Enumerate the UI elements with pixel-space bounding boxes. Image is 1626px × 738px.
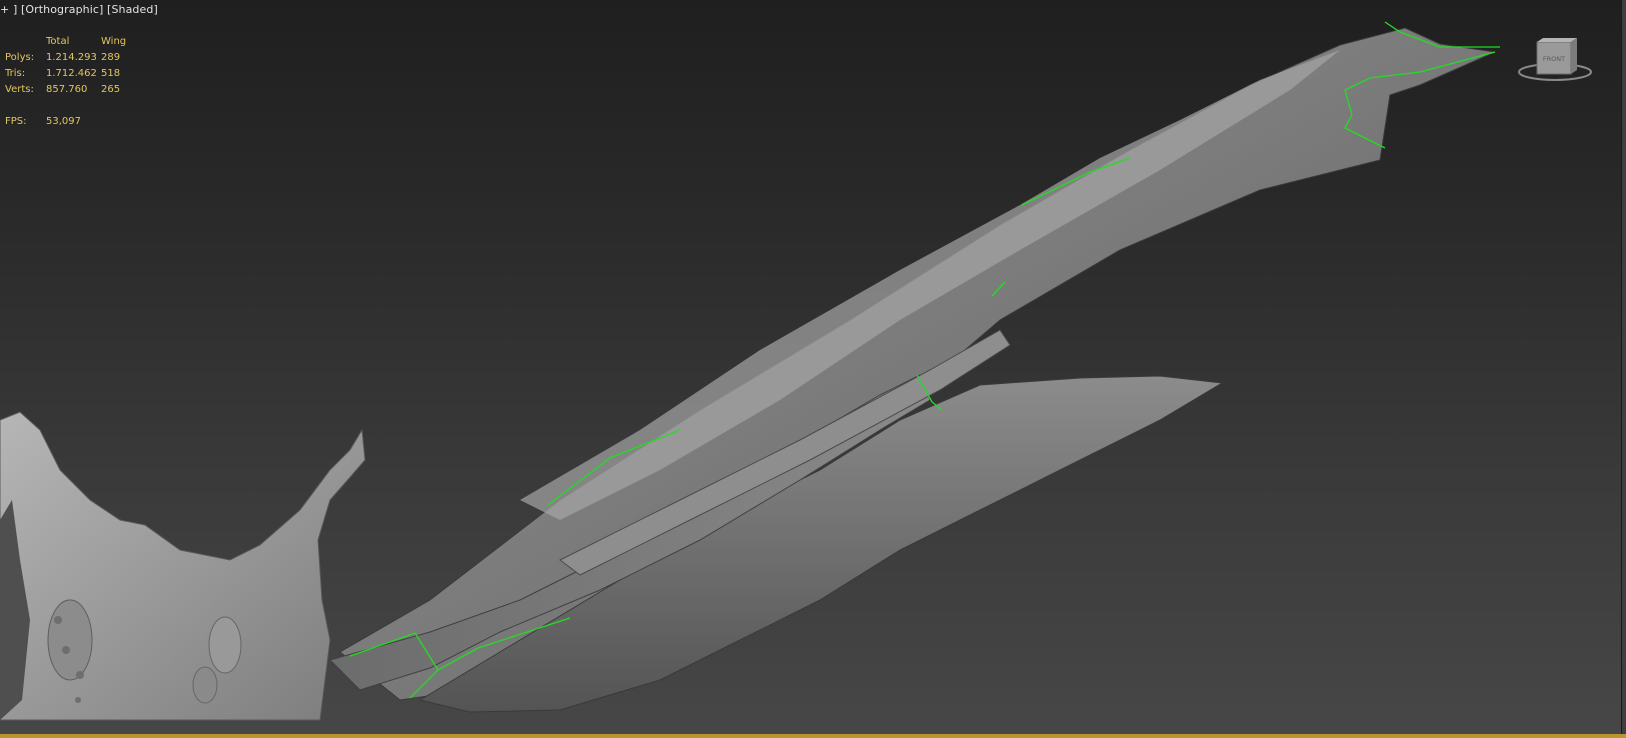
stats-row-wing: 518 xyxy=(101,68,121,79)
viewport-label: + ] [Orthographic] [Shaded] xyxy=(0,3,158,16)
viewport-view-label[interactable]: [Orthographic] xyxy=(21,3,103,16)
stats-row-label: Verts: xyxy=(5,84,34,95)
stats-row-wing: 265 xyxy=(101,84,121,95)
perspective-viewport[interactable]: FRONT + ] [Orthographic] [Shaded] Total … xyxy=(0,0,1626,738)
viewport-right-edge xyxy=(1621,0,1626,738)
fps-label: FPS: xyxy=(5,116,27,127)
body-bump-1 xyxy=(54,616,62,624)
scene-mesh-view[interactable]: FRONT xyxy=(0,0,1626,738)
body-plate-1 xyxy=(47,599,93,681)
viewcube-icon[interactable]: FRONT xyxy=(1518,38,1592,81)
stats-row-label: Tris: xyxy=(5,68,26,79)
active-viewport-border xyxy=(0,734,1626,738)
viewport-menu-plus[interactable]: + xyxy=(0,3,9,16)
body-bump-2 xyxy=(62,646,70,654)
stats-row-total: 857.760 xyxy=(46,84,88,95)
stats-row-wing: 289 xyxy=(101,52,121,63)
stats-col-total: Total xyxy=(46,36,70,47)
viewport-bracket: ] xyxy=(12,3,18,16)
stats-row-label: Polys: xyxy=(5,52,35,63)
viewcube-face-label[interactable]: FRONT xyxy=(1543,55,1565,63)
stats-row-total: 1.712.462 xyxy=(46,68,97,79)
viewport-shading-label[interactable]: [Shaded] xyxy=(107,3,158,16)
fps-value: 53,097 xyxy=(46,116,81,127)
body-bump-4 xyxy=(75,697,81,703)
wing-membrane-upper[interactable] xyxy=(339,27,1497,701)
body-bump-3 xyxy=(76,671,84,679)
creature-body[interactable] xyxy=(0,411,366,721)
body-plate-3 xyxy=(192,666,218,704)
body-plate-2 xyxy=(208,616,242,674)
stats-row-total: 1.214.293 xyxy=(46,52,97,63)
stats-col-wing: Wing xyxy=(101,36,127,47)
